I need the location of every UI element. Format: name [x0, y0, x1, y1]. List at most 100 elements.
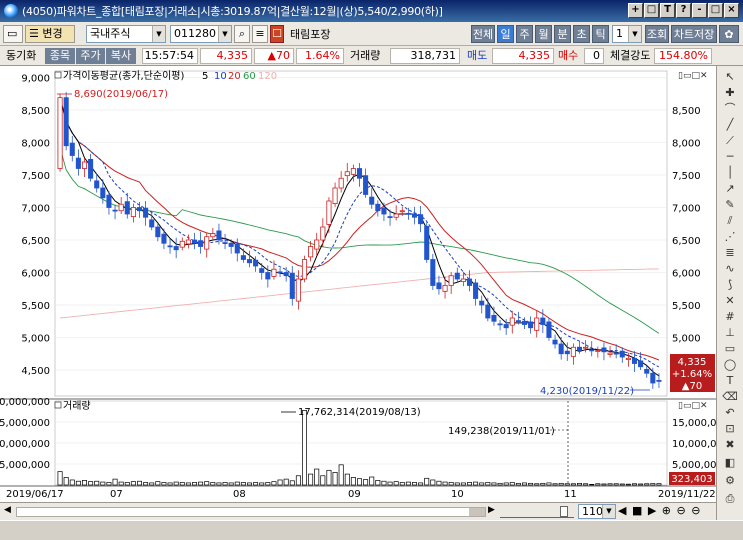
- hline-icon[interactable]: ─: [721, 150, 739, 164]
- candle-body: [167, 245, 173, 248]
- fibo-icon[interactable]: ≣: [721, 246, 739, 260]
- cross-icon[interactable]: ✕: [721, 294, 739, 308]
- volume-bar: [583, 483, 589, 486]
- scroll-left-icon[interactable]: ◀: [4, 505, 11, 515]
- cursor-icon[interactable]: ↖: [721, 70, 739, 84]
- pin-button[interactable]: +: [628, 3, 643, 18]
- candle-body: [198, 240, 204, 247]
- volume-control-icons[interactable]: ▯▭□✕: [678, 401, 708, 411]
- close-button[interactable]: ×: [724, 3, 739, 18]
- line-icon[interactable]: ╱: [721, 118, 739, 132]
- panel-control-icons[interactable]: ▯▭□✕: [678, 71, 708, 81]
- lookup-button[interactable]: 조회: [645, 25, 669, 43]
- volume-bar: [589, 484, 595, 486]
- ellipse-icon[interactable]: ◯: [721, 358, 739, 372]
- text-icon[interactable]: T: [721, 374, 739, 388]
- sync-label[interactable]: 동기화: [6, 48, 36, 64]
- main-toolbar: ▭ ☰ 변경 국내주식 ▼ 011280 ▼ ⌕ ≡ ☐ 태림포장 전체 일 주 월…: [0, 22, 743, 46]
- candle-body: [240, 255, 246, 260]
- volume-toggle-icon[interactable]: [54, 401, 62, 409]
- expand-icon[interactable]: ◧: [721, 456, 739, 470]
- candle-body: [185, 239, 191, 245]
- drawing-tools-sidebar: ↖ ✚ ⌒ ╱ ⟋ ─ │ ↗ ✎ ⫽ ⋰ ≣ ∿ ⟆ ✕ # ⊥ ▭ ◯ T …: [716, 66, 743, 520]
- zoom-slider-thumb[interactable]: [560, 506, 568, 517]
- volume-bar: [448, 482, 454, 486]
- volume-bar: [607, 483, 613, 486]
- period-minute-button[interactable]: 분: [554, 25, 571, 43]
- candle-body: [424, 225, 430, 260]
- period-week-button[interactable]: 주: [516, 25, 533, 43]
- quote-price: 4,335: [200, 48, 252, 64]
- search-icon[interactable]: ⌕: [234, 25, 250, 43]
- period-tick-button[interactable]: 틱: [592, 25, 609, 43]
- candle-body: [179, 240, 185, 248]
- volume-bar: [570, 483, 576, 486]
- minimize-button[interactable]: -: [692, 3, 707, 18]
- period-second-button[interactable]: 초: [573, 25, 590, 43]
- fan-icon[interactable]: ⋰: [721, 230, 739, 244]
- candle-body: [271, 268, 277, 277]
- layout-icon[interactable]: ▭: [3, 25, 23, 43]
- wave-icon[interactable]: ∿: [721, 262, 739, 276]
- text-button[interactable]: T: [660, 3, 675, 18]
- grid-icon[interactable]: #: [721, 310, 739, 324]
- volume-bar: [283, 478, 289, 486]
- help-button[interactable]: ?: [676, 3, 691, 18]
- zigzag-icon[interactable]: ⟆: [721, 278, 739, 292]
- pencil-icon[interactable]: ✎: [721, 198, 739, 212]
- trend-icon[interactable]: ⟋: [721, 134, 739, 148]
- candle-body: [491, 314, 497, 322]
- maximize-button[interactable]: □: [708, 3, 723, 18]
- magnet-icon[interactable]: ⌒: [721, 102, 739, 116]
- period-month-button[interactable]: 월: [535, 25, 552, 43]
- chart-area[interactable]: 가격이동평균(종가,단순이평) 5 10 20 60 120 8,690(201…: [0, 66, 729, 502]
- x-axis-start: 2019/06/17: [6, 489, 64, 500]
- tab-price[interactable]: 주가: [76, 48, 105, 64]
- volume-bar: [82, 480, 87, 486]
- candle-body: [595, 350, 601, 352]
- title-bar: (4050)파워차트_종합[태림포장|거래소|시총:3019.87억|결산월:1…: [0, 0, 743, 22]
- horizontal-scrollbar[interactable]: [16, 507, 486, 517]
- volume-bar: [326, 469, 332, 486]
- tab-stock[interactable]: 종목: [45, 48, 75, 64]
- volume-bar: [399, 482, 405, 486]
- lock-icon[interactable]: ⊡: [721, 422, 739, 436]
- frame-button[interactable]: □: [644, 3, 659, 18]
- period-day-button[interactable]: 일: [497, 25, 514, 43]
- scroll-right-icon[interactable]: ▶: [488, 505, 495, 515]
- list-icon[interactable]: ≡: [252, 25, 268, 43]
- arrow-icon[interactable]: ↗: [721, 182, 739, 196]
- ruler-icon[interactable]: ⊥: [721, 326, 739, 340]
- panel-toggle-icon[interactable]: [54, 71, 62, 79]
- delete-icon[interactable]: ✖: [721, 438, 739, 452]
- candle-body: [210, 233, 216, 238]
- vline-icon[interactable]: │: [721, 166, 739, 180]
- channel-icon[interactable]: ⫽: [721, 214, 739, 228]
- box-icon[interactable]: ▭: [721, 342, 739, 356]
- zoom-slider[interactable]: [500, 506, 574, 518]
- chart-svg[interactable]: 가격이동평균(종가,단순이평) 5 10 20 60 120 8,690(201…: [0, 66, 729, 502]
- volume-bar: [277, 479, 283, 486]
- change-button[interactable]: ☰ 변경: [25, 25, 75, 43]
- eraser-icon[interactable]: ⌫: [721, 390, 739, 404]
- count-combo[interactable]: 1 ▼: [612, 25, 642, 43]
- display-count-combo[interactable]: 110 ▼: [578, 504, 616, 519]
- crosshair-icon[interactable]: ✚: [721, 86, 739, 100]
- save-chart-button[interactable]: 차트저장: [671, 25, 717, 43]
- gear-icon[interactable]: ✿: [719, 25, 739, 43]
- volume-bar: [656, 483, 662, 486]
- candle-body: [576, 346, 583, 351]
- candle-body: [228, 242, 234, 247]
- settings-icon[interactable]: ⚙: [721, 474, 739, 488]
- scroll-thumb[interactable]: [469, 508, 485, 516]
- price-tick-left: 5,000: [21, 334, 50, 345]
- undo-icon[interactable]: ↶: [721, 406, 739, 420]
- tab-copy[interactable]: 복사: [106, 48, 136, 64]
- quote-volume: 318,731: [390, 48, 460, 64]
- candle-body: [161, 233, 167, 244]
- volume-bar: [363, 479, 369, 486]
- period-all-button[interactable]: 전체: [471, 25, 495, 43]
- print-icon[interactable]: ⎙: [721, 492, 739, 506]
- market-combo[interactable]: 국내주식 ▼: [86, 25, 166, 43]
- code-combo[interactable]: 011280 ▼: [170, 25, 232, 43]
